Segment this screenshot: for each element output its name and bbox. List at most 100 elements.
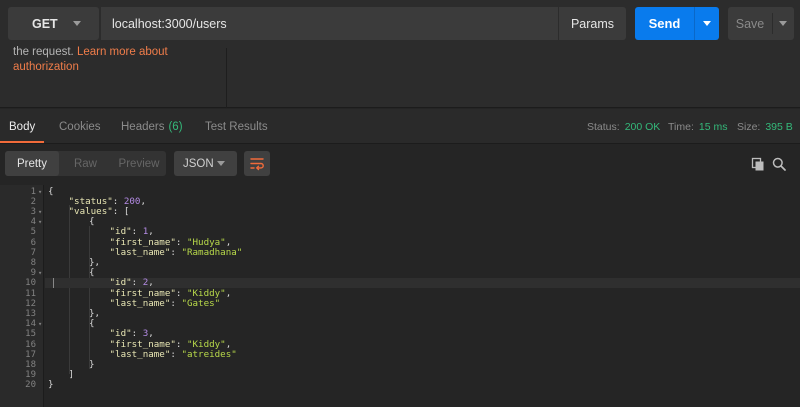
response-toolbar: Pretty Raw Preview JSON bbox=[0, 145, 800, 185]
save-button[interactable]: Save bbox=[728, 7, 772, 40]
code-text: } bbox=[89, 358, 95, 370]
line-number: 6 bbox=[30, 237, 36, 248]
code-line: 7 "last_name": "Ramadhana" bbox=[0, 246, 800, 258]
code-token: : bbox=[170, 348, 182, 360]
pretty-button[interactable]: Pretty bbox=[5, 151, 59, 176]
code-line: 8}, bbox=[0, 257, 800, 268]
fold-toggle-icon[interactable]: ▾ bbox=[38, 217, 42, 227]
code-token: ] bbox=[68, 369, 75, 381]
code-text: "last_name": "Gates" bbox=[110, 297, 221, 309]
response-body-editor[interactable]: 1 ▾{2 "status": 200, 3 ▾ "values": [4 ▾{5 "id":… bbox=[0, 185, 800, 407]
tab-cookies-label: Cookies bbox=[59, 120, 101, 133]
time-label: Time: bbox=[668, 120, 694, 133]
search-icon[interactable] bbox=[772, 157, 786, 171]
time-value: 15 ms bbox=[698, 120, 728, 133]
code-line: 12 "last_name": "Gates" bbox=[0, 297, 800, 309]
line-number: 12 bbox=[25, 298, 36, 309]
line-number: 9 bbox=[30, 268, 36, 279]
code-token: , bbox=[140, 195, 146, 207]
send-button[interactable]: Send bbox=[635, 7, 694, 40]
format-select[interactable]: JSON bbox=[174, 151, 237, 176]
save-options-button[interactable] bbox=[773, 7, 794, 40]
code-text: "last_name": "Ramadhana" bbox=[109, 246, 243, 258]
line-number: 17 bbox=[25, 349, 36, 360]
auth-sidebar: the request. Learn more about authorizat… bbox=[0, 45, 227, 108]
response-tabs: Body Cookies Headers (6) Test Results St… bbox=[0, 109, 800, 144]
line-number: 3 bbox=[30, 206, 36, 217]
line-number: 16 bbox=[25, 339, 36, 350]
text-cursor bbox=[53, 278, 54, 289]
send-options-button[interactable] bbox=[695, 7, 719, 40]
tab-body-label: Body bbox=[9, 120, 36, 133]
code-token: "Ramadhana" bbox=[181, 246, 243, 258]
code-token: "atreides" bbox=[181, 348, 237, 360]
size-label: Size: bbox=[737, 120, 761, 133]
fold-toggle-icon[interactable]: ▾ bbox=[38, 187, 42, 197]
fold-toggle-icon[interactable]: ▾ bbox=[38, 268, 42, 278]
copy-icon[interactable] bbox=[751, 157, 765, 171]
headers-count: (6) bbox=[168, 120, 183, 133]
code-line: 3 ▾ "values": [ bbox=[0, 206, 800, 217]
code-line: 17 "last_name": "atreides" bbox=[0, 348, 800, 360]
code-text: } bbox=[48, 380, 54, 390]
line-number: 19 bbox=[25, 370, 36, 381]
wrap-lines-button[interactable] bbox=[244, 151, 270, 176]
status-label: Status: bbox=[587, 120, 620, 133]
code-line: 18} bbox=[0, 358, 800, 370]
view-mode-group: Pretty Raw Preview bbox=[5, 151, 166, 176]
url-input[interactable]: localhost:3000/users bbox=[101, 7, 558, 40]
fold-toggle-icon[interactable]: ▾ bbox=[38, 207, 42, 217]
code-token: : bbox=[170, 297, 182, 309]
code-token: } bbox=[89, 358, 95, 370]
tab-body[interactable]: Body bbox=[9, 109, 35, 144]
code-token: { bbox=[89, 216, 95, 228]
fold-toggle-icon[interactable]: ▾ bbox=[38, 319, 42, 329]
method-select[interactable]: GET bbox=[8, 7, 99, 40]
code-token: { bbox=[89, 318, 95, 330]
code-token: "last_name" bbox=[109, 246, 171, 258]
chevron-down-icon bbox=[73, 21, 81, 26]
line-number: 2 bbox=[30, 196, 36, 207]
save-button-group: Save bbox=[728, 7, 794, 40]
status-value: 200 OK bbox=[624, 120, 661, 133]
code-text: { bbox=[89, 267, 95, 279]
code-line: 13}, bbox=[0, 308, 800, 319]
tab-headers[interactable]: Headers (6) bbox=[121, 109, 183, 144]
tab-test-results[interactable]: Test Results bbox=[205, 109, 268, 144]
params-button[interactable]: Params bbox=[558, 7, 626, 40]
code-text: ] bbox=[68, 369, 75, 381]
chevron-down-icon bbox=[703, 21, 711, 26]
code-token: { bbox=[89, 267, 95, 279]
line-number: 20 bbox=[25, 380, 36, 391]
code-token: , bbox=[225, 287, 232, 299]
code-line: 20} bbox=[0, 380, 800, 391]
tab-cookies[interactable]: Cookies bbox=[59, 109, 101, 144]
line-number: 11 bbox=[25, 288, 36, 299]
raw-button[interactable]: Raw bbox=[59, 151, 112, 176]
code-text: "last_name": "atreides" bbox=[110, 348, 237, 360]
line-number: 13 bbox=[25, 308, 36, 319]
url-text: localhost:3000/users bbox=[112, 16, 227, 31]
request-bar: GET localhost:3000/users Params Send Sav… bbox=[0, 0, 800, 48]
line-number: 5 bbox=[30, 227, 36, 238]
preview-button[interactable]: Preview bbox=[112, 151, 166, 176]
status-readout: Status: 200 OK bbox=[587, 109, 660, 144]
code-token: } bbox=[48, 379, 54, 391]
code-token: { bbox=[48, 185, 54, 197]
active-tab-indicator bbox=[0, 141, 44, 143]
auth-description: the request. Learn more about authorizat… bbox=[13, 45, 213, 75]
chevron-down-icon bbox=[779, 21, 787, 26]
send-button-group: Send bbox=[635, 7, 719, 40]
time-readout: Time: 15 ms bbox=[668, 109, 727, 144]
code-token: "Gates" bbox=[181, 297, 221, 309]
line-number: 4 bbox=[30, 217, 36, 228]
line-number: 14 bbox=[25, 319, 36, 330]
code-text: { bbox=[89, 216, 95, 228]
code-text: { bbox=[89, 318, 95, 330]
code-line: 19] bbox=[0, 369, 800, 381]
code-token: : bbox=[170, 246, 182, 258]
line-number: 10 bbox=[25, 278, 36, 289]
format-label: JSON bbox=[183, 157, 214, 170]
line-number: 1 bbox=[30, 186, 36, 197]
tab-test-results-label: Test Results bbox=[205, 120, 268, 133]
